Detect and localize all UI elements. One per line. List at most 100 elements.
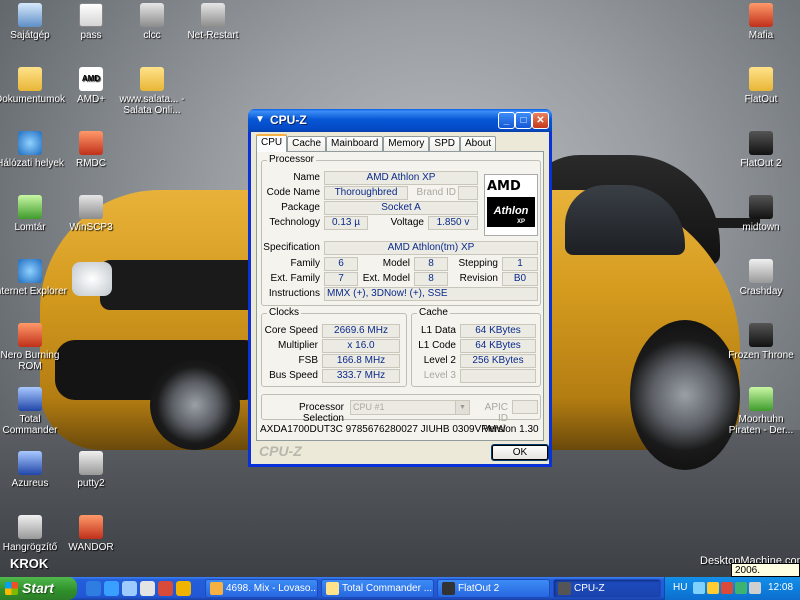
amd-athlon-xp-logo: AMD Athlon XP [484, 174, 538, 236]
maximize-button[interactable]: □ [515, 112, 532, 129]
outlook-express-icon[interactable] [122, 581, 137, 596]
language-indicator[interactable]: HU [673, 582, 687, 593]
desktop-icon-label: WANDOR [68, 542, 114, 553]
stepping-value: 1 [502, 257, 538, 271]
quick-launch-app-icon[interactable] [158, 581, 173, 596]
midtown-icon [749, 195, 773, 219]
desktop-icon-net-restart[interactable]: Net-Restart [176, 3, 250, 41]
computer-icon [18, 3, 42, 27]
desktop-icon-label: FlatOut [744, 94, 778, 105]
putty-icon [79, 451, 103, 475]
corespeed-label: Core Speed [264, 325, 318, 336]
specification-value: AMD Athlon(tm) XP [324, 241, 538, 255]
desktop-icon-label: Mafia [748, 30, 774, 41]
show-desktop-icon[interactable] [86, 581, 101, 596]
desktop-icon-salata[interactable]: www.salata... - Salata Onli... [115, 67, 189, 116]
tab-cache[interactable]: Cache [287, 136, 327, 152]
desktop-icon-label: www.salata... - Salata Onli... [119, 94, 185, 116]
system-tray: HU 12:08 [664, 577, 800, 600]
ok-button[interactable]: OK [491, 444, 549, 461]
cpuz-app-icon: ▼ [255, 114, 265, 125]
desktop-icon-label: Frozen Throne [728, 350, 794, 361]
tray-app-icon[interactable] [707, 582, 719, 594]
desktop-icon-internet-explorer[interactable]: Internet Explorer [0, 259, 67, 297]
taskbar-task-cpuz[interactable]: CPU-Z [553, 579, 661, 598]
desktop-icon-moorhuhn[interactable]: Moorhuhn Piraten - Der... [724, 387, 798, 436]
desktop-icon-winscp[interactable]: WinSCP3 [54, 195, 128, 233]
desktop-icon-label: Internet Explorer [0, 286, 67, 297]
desktop-icon-rmdc[interactable]: RMDC [54, 131, 128, 169]
wallpaper-front-wheel [150, 360, 240, 450]
quick-launch-app-icon[interactable] [140, 581, 155, 596]
taskbar-task-total-commander[interactable]: Total Commander ... [321, 579, 434, 598]
desktop-icon-label: pass [80, 30, 102, 41]
task-label: 4698. Mix - Lovaso... [226, 583, 318, 594]
desktop-icon-crashday[interactable]: Crashday [724, 259, 798, 297]
clock[interactable]: 12:08 [768, 582, 793, 593]
title-bar[interactable]: ▼ CPU-Z _ □ ✕ [248, 109, 552, 132]
desktop-icon-wandor[interactable]: WANDOR [54, 515, 128, 553]
extmodel-label: Ext. Model [362, 273, 410, 284]
desktop-icon-label: Hangrögzítő [2, 542, 58, 553]
close-button[interactable]: ✕ [532, 112, 549, 129]
tray-app-icon[interactable] [735, 582, 747, 594]
revision-label: Revision [459, 273, 498, 284]
internet-explorer-icon [18, 259, 42, 283]
desktop-icon-frozen-throne[interactable]: Frozen Throne [724, 323, 798, 361]
rmdc-icon [79, 131, 103, 155]
network-icon [18, 131, 42, 155]
document-icon [79, 3, 103, 27]
l1data-label: L1 Data [420, 325, 456, 336]
taskbar-task-flatout2[interactable]: FlatOut 2 [437, 579, 550, 598]
window-title: CPU-Z [270, 113, 307, 127]
family-value: 6 [324, 257, 358, 271]
wandor-icon [79, 515, 103, 539]
internet-explorer-icon[interactable] [104, 581, 119, 596]
total-commander-icon [18, 387, 42, 411]
l1data-value: 64 KBytes [460, 324, 536, 338]
processor-group-title: Processor [267, 154, 317, 165]
tab-mainboard[interactable]: Mainboard [326, 136, 384, 152]
tab-memory[interactable]: Memory [383, 136, 430, 152]
stepping-label: Stepping [458, 258, 498, 269]
tray-app-icon[interactable] [721, 582, 733, 594]
minimize-button[interactable]: _ [498, 112, 515, 129]
tab-bar: CPU Cache Mainboard Memory SPD About [256, 134, 497, 152]
desktop-icon-total-commander[interactable]: Total Commander [0, 387, 67, 436]
model-value: 8 [414, 257, 448, 271]
desktop-icon-label: AMD+ [76, 94, 106, 105]
codename-label: Code Name [266, 187, 320, 198]
level2-value: 256 KBytes [460, 354, 536, 368]
taskbar-task-winamp[interactable]: 4698. Mix - Lovaso... [205, 579, 318, 598]
tab-cpu[interactable]: CPU [256, 134, 288, 152]
microphone-icon [18, 515, 42, 539]
desktop-icon-flatout2[interactable]: FlatOut 2 [724, 131, 798, 169]
desktop-icon-midtown[interactable]: midtown [724, 195, 798, 233]
cpuz-window: ▼ CPU-Z _ □ ✕ CPU Cache Mainboard Memory… [248, 109, 552, 467]
network-tray-icon[interactable] [693, 582, 705, 594]
task-label: Total Commander ... [342, 583, 433, 594]
flatout2-icon [749, 131, 773, 155]
quick-launch-app-icon[interactable] [176, 581, 191, 596]
logo-product: Athlon [487, 197, 535, 227]
volume-icon[interactable] [749, 582, 761, 594]
logo-suffix: XP [517, 219, 526, 225]
level3-value [460, 369, 536, 383]
specification-label: Specification [263, 242, 320, 253]
processor-selection-dropdown[interactable]: CPU #1 ▼ [350, 400, 470, 415]
winscp-icon [79, 195, 103, 219]
folder-icon [18, 67, 42, 91]
desktop-icon-putty[interactable]: putty2 [54, 451, 128, 489]
apic-id-value [512, 400, 538, 414]
tab-spd[interactable]: SPD [429, 136, 460, 152]
flatout2-icon [442, 582, 455, 595]
start-button[interactable]: Start [0, 577, 77, 600]
desktop-icon-nero[interactable]: Nero Burning ROM [0, 323, 67, 372]
voltage-label: Voltage [390, 217, 424, 228]
desktop-icon-mafia[interactable]: Mafia [724, 3, 798, 41]
desktop-icon-flatout[interactable]: FlatOut [724, 67, 798, 105]
technology-label: Technology [269, 217, 320, 228]
taskbar: Start 4698. Mix - Lovaso... Total Comman… [0, 577, 800, 600]
l1code-label: L1 Code [418, 340, 456, 351]
tab-about[interactable]: About [459, 136, 497, 152]
